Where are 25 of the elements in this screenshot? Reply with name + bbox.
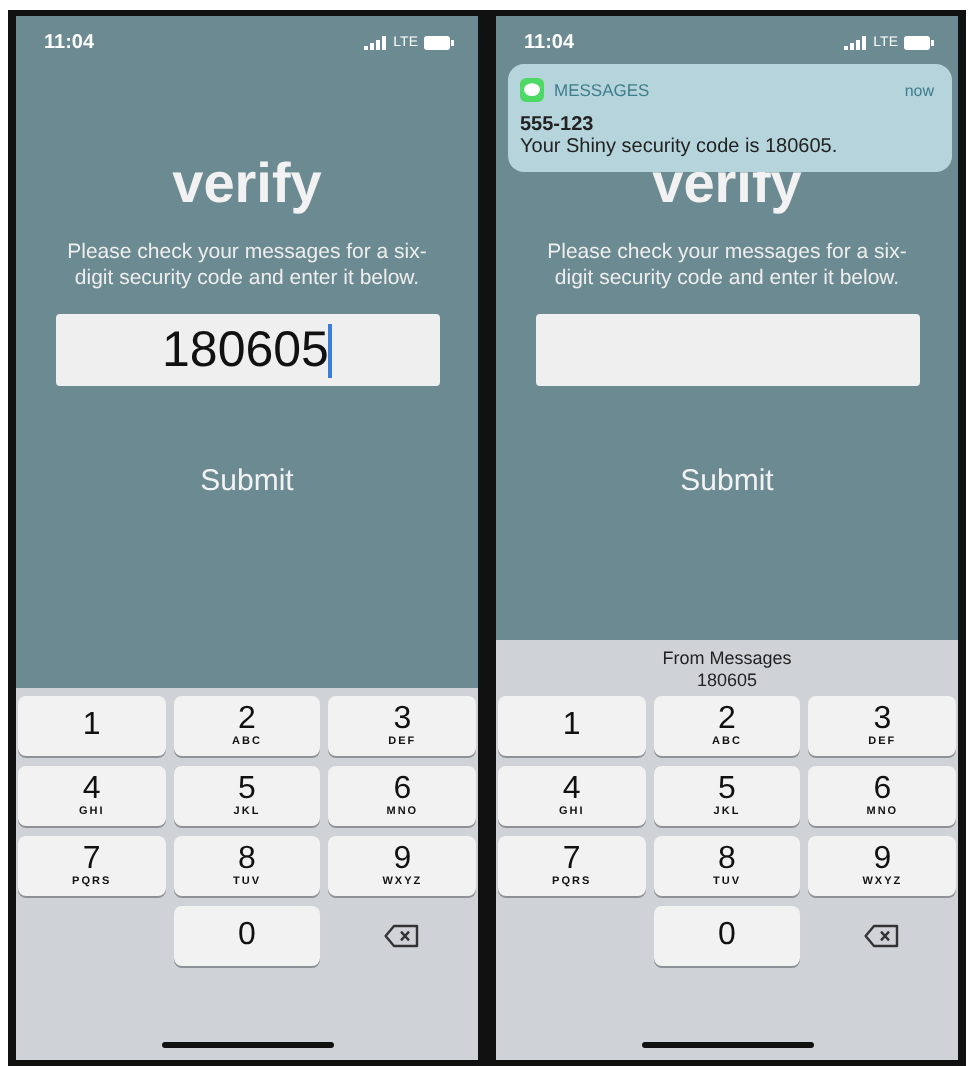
keypad-key[interactable]: 0	[173, 906, 321, 966]
signal-icon	[843, 36, 868, 50]
status-time: 11:04	[44, 32, 95, 54]
backspace-icon[interactable]	[864, 924, 901, 948]
code-field[interactable]	[535, 314, 919, 386]
status-time: 11:04	[524, 32, 575, 54]
keypad-key[interactable]: 1	[498, 696, 646, 756]
keypad-key[interactable]: 1	[18, 696, 166, 756]
instructions-text: Please check your messages for a six-digit security code and enter it below.	[545, 240, 909, 292]
code-field[interactable]: 180605	[55, 314, 439, 386]
notification-message: Your Shiny security code is 180605.	[520, 136, 840, 158]
signal-icon	[363, 36, 388, 50]
battery-icon	[904, 36, 934, 50]
messages-app-icon	[520, 78, 544, 102]
battery-icon	[424, 36, 454, 50]
code-suggestion[interactable]: From Messages 180605	[662, 648, 792, 696]
text-cursor	[328, 323, 332, 377]
instructions-text: Please check your messages for a six-digit security code and enter it below.	[65, 240, 429, 292]
keypad-key[interactable]: 0	[653, 906, 801, 966]
notification-app-name: MESSAGES	[554, 80, 652, 100]
notification-time: now	[904, 81, 934, 99]
notification-sender: 555-123	[520, 114, 596, 136]
backspace-icon[interactable]	[384, 924, 421, 948]
app-title: verify	[172, 152, 322, 216]
notification-banner[interactable]: MESSAGES now 555-123 Your Shiny security code is 180605.	[508, 64, 952, 172]
